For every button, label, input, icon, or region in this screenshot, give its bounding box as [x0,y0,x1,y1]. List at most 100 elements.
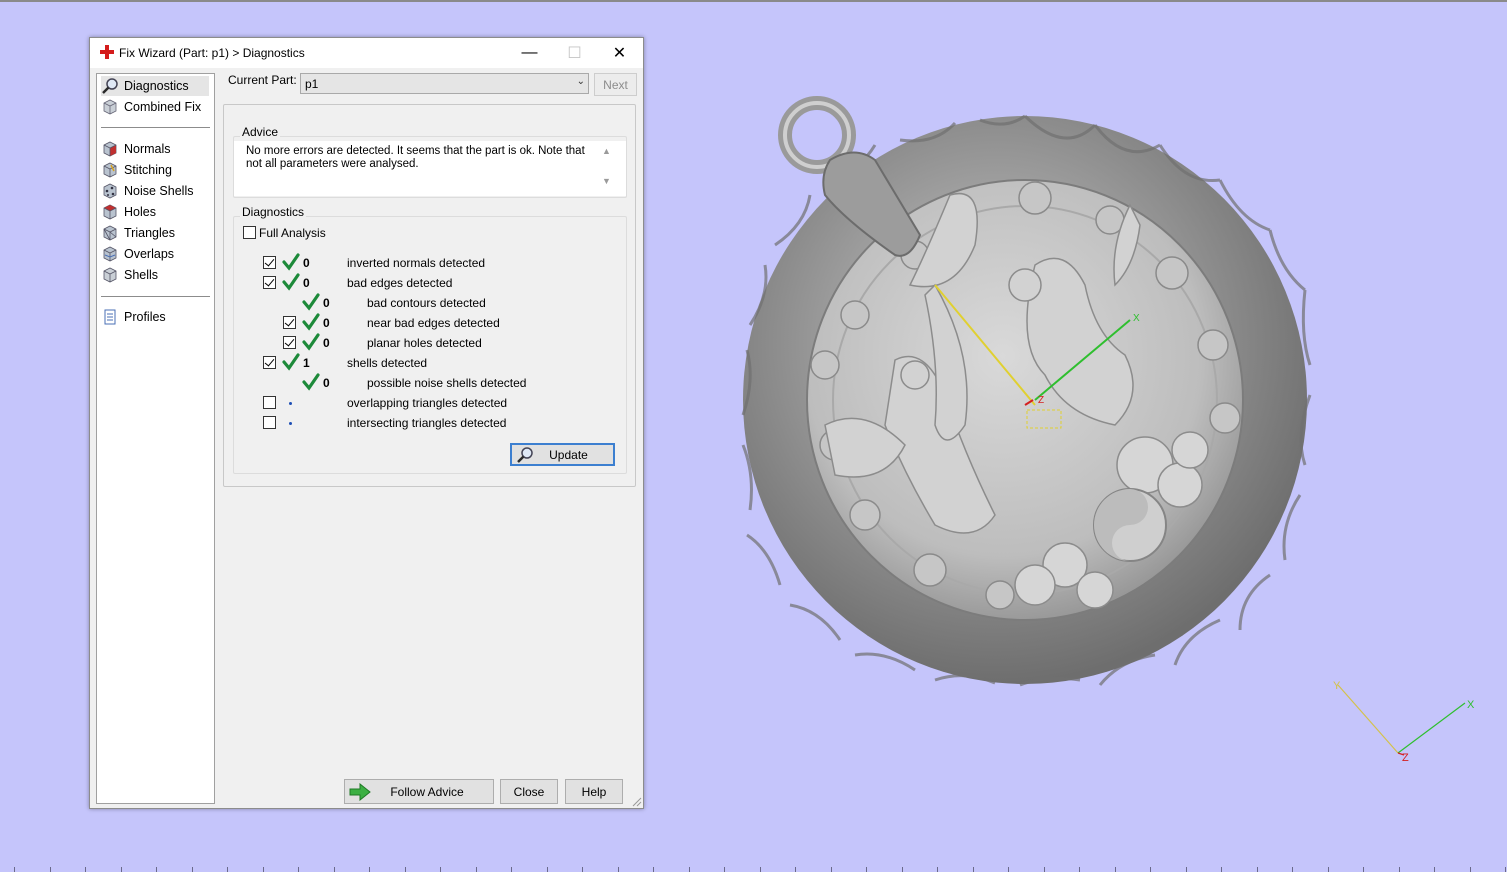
nav-item-profiles[interactable]: Profiles [101,307,166,327]
ruler-tick [831,867,832,872]
ruler-tick [1292,867,1293,872]
nav-item-stitching[interactable]: Stitching [101,160,172,180]
ruler-tick [547,867,548,872]
ruler-tick [1044,867,1045,872]
ruler-tick [85,867,86,872]
nav-item-diagnostics[interactable]: Diagnostics [101,76,209,96]
nav-item-combined-fix[interactable]: Combined Fix [101,97,201,117]
minimize-button[interactable]: — [507,38,552,68]
ruler-tick [1470,867,1471,872]
ruler-tick [334,867,335,872]
next-button[interactable]: Next [594,73,637,96]
fix-wizard-dialog: Fix Wizard (Part: p1) > Diagnostics — ☐ … [89,37,644,809]
nav-item-normals[interactable]: Normals [101,139,171,159]
ruler-tick [440,867,441,872]
bad-edges-checkbox[interactable] [263,276,276,289]
diagnostics-title: Diagnostics [240,205,307,219]
follow-advice-label: Follow Advice [390,784,464,799]
overlaps-cube-icon [103,246,117,262]
green-check-icon [302,373,320,391]
nav-label: Shells [124,268,159,282]
ruler-tick [724,867,725,872]
inverted-normals-checkbox[interactable] [263,256,276,269]
y-axis-line [1337,684,1399,754]
ruler-tick [192,867,193,872]
inverted-normals-count: 0 [303,256,310,270]
nav-item-shells[interactable]: Shells [101,265,158,285]
red-cross-icon [100,45,114,59]
nav-item-noise-shells[interactable]: Noise Shells [101,181,193,201]
nav-item-triangles[interactable]: Triangles [101,223,175,243]
nav-item-overlaps[interactable]: Overlaps [101,244,174,264]
ruler-tick [689,867,690,872]
overlapping-triangles-label: overlapping triangles detected [347,396,508,410]
nav-label: Profiles [124,310,166,324]
current-part-select[interactable]: p1 ⌄ [300,73,589,94]
green-check-icon [282,253,300,271]
ruler-tick [1008,867,1009,872]
ruler-tick [1186,867,1187,872]
update-button[interactable]: Update [510,443,615,466]
nav-item-holes[interactable]: Holes [101,202,156,222]
ruler-tick [1434,867,1435,872]
near-bad-edges-checkbox[interactable] [283,316,296,329]
shells-cube-icon [103,267,117,283]
close-button[interactable]: Close [500,779,558,804]
help-button[interactable]: Help [565,779,623,804]
ruler-tick [511,867,512,872]
planar-holes-checkbox[interactable] [283,336,296,349]
ruler-tick [1505,867,1506,872]
holes-cube-icon [103,204,117,220]
bad-contours-count: 0 [323,296,330,310]
magnifier-icon [102,78,118,94]
near-bad-edges-count: 0 [323,316,330,330]
local-x-label: X [1133,313,1140,324]
intersecting-triangles-checkbox[interactable] [263,416,276,429]
nav-label: Stitching [124,163,172,177]
ruler-tick [156,867,157,872]
ruler-tick [618,867,619,872]
document-icon [104,309,116,325]
ruler-tick [653,867,654,872]
ruler-tick [14,867,15,872]
current-part-label: Current Part: [228,73,297,87]
ruler-tick [902,867,903,872]
top-border [0,0,1507,2]
wizard-nav: Diagnostics Combined Fix Normals Stitchi… [96,73,215,804]
green-check-icon [282,353,300,371]
ruler-tick [1150,867,1151,872]
stitching-cube-icon [103,162,117,178]
medallion-disc [806,179,1244,621]
green-check-icon [302,333,320,351]
resize-grip-icon[interactable] [632,797,642,807]
planar-holes-count: 0 [323,336,330,350]
ruler-tick [795,867,796,872]
close-window-button[interactable]: ✕ [597,38,642,68]
scroll-down-icon[interactable]: ▼ [602,176,611,186]
shells-checkbox[interactable] [263,356,276,369]
window-title: Fix Wizard (Part: p1) > Diagnostics [119,46,305,60]
x-axis-line [1397,702,1466,754]
magnifier-icon [517,447,533,463]
normals-cube-icon [103,141,117,157]
ruler-tick [1363,867,1364,872]
full-analysis-label: Full Analysis [259,226,326,240]
ruler-tick [1328,867,1329,872]
pending-dot-icon [289,422,292,425]
nav-label: Holes [124,205,156,219]
local-z-label: Z [1038,395,1044,406]
ruler-tick [582,867,583,872]
scroll-up-icon[interactable]: ▲ [602,146,611,156]
cube-icon [103,99,117,115]
pendant-model-view[interactable]: X Z [735,95,1315,695]
ruler-tick [50,867,51,872]
ruler-tick [973,867,974,872]
ruler-tick [121,867,122,872]
title-bar[interactable]: Fix Wizard (Part: p1) > Diagnostics — ☐ … [90,38,643,68]
full-analysis-checkbox[interactable] [243,226,256,239]
ruler-tick [760,867,761,872]
follow-advice-button[interactable]: Follow Advice [344,779,494,804]
overlapping-triangles-checkbox[interactable] [263,396,276,409]
nav-label: Combined Fix [124,100,202,114]
maximize-button[interactable]: ☐ [552,38,597,68]
